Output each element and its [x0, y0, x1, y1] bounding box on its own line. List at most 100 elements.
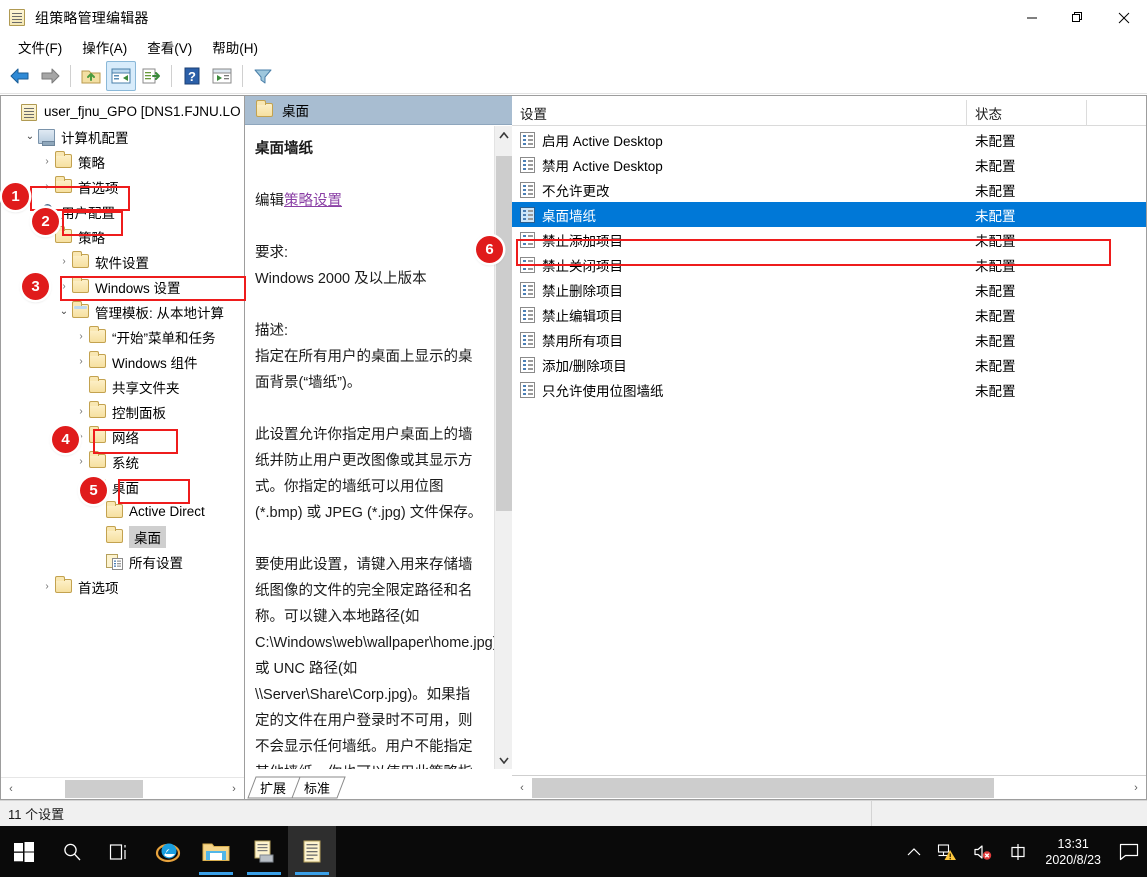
tree-horizontal-scrollbar[interactable]: ‹ › — [1, 777, 244, 799]
internet-explorer-button[interactable] — [144, 826, 192, 877]
settings-list[interactable]: 启用 Active Desktop 未配置 禁用 Active Desktop 未配置… — [512, 127, 1146, 747]
tree-item-root[interactable]: user_fjnu_GPO [DNS1.FJNU.LO — [1, 99, 244, 124]
up-folder-icon[interactable] — [76, 61, 106, 91]
list-scroll-track[interactable] — [532, 776, 1126, 800]
column-header-state[interactable]: 状态 — [967, 99, 1087, 126]
file-explorer-button[interactable] — [192, 826, 240, 877]
tree-item-computer-preferences[interactable]: › 首选项 — [1, 174, 244, 199]
chevron-right-icon[interactable]: › — [39, 181, 55, 192]
tree-item-desktop[interactable]: ⌄桌面 — [1, 474, 244, 499]
close-button[interactable] — [1101, 0, 1147, 35]
menu-view[interactable]: 查看(V) — [137, 35, 202, 59]
detail-vertical-scrollbar[interactable] — [494, 126, 512, 769]
export-list-icon[interactable] — [136, 61, 166, 91]
tree-item-label: 桌面 — [112, 480, 139, 496]
chevron-right-icon[interactable]: › — [56, 281, 72, 292]
console-tree[interactable]: user_fjnu_GPO [DNS1.FJNU.LO ⌄ 计算机配置 › 策略 › 首选项… — [1, 96, 244, 776]
folder-icon — [72, 300, 90, 320]
back-arrow-icon[interactable] — [5, 61, 35, 91]
tab-standard[interactable]: 标准 — [291, 776, 346, 799]
column-header-setting[interactable]: 设置 — [512, 99, 967, 126]
tree-item-all-settings[interactable]: 所有设置 — [1, 549, 244, 574]
volume-icon[interactable] — [965, 826, 1001, 877]
folder-icon — [72, 250, 90, 270]
table-row[interactable]: 只允许使用位图墙纸 未配置 — [512, 377, 1146, 402]
detail-scroll-up-icon[interactable] — [495, 126, 512, 144]
properties-icon[interactable] — [207, 61, 237, 91]
task-view-button[interactable] — [96, 826, 144, 877]
tree-scroll-track[interactable] — [21, 778, 224, 800]
detail-scroll-down-icon[interactable] — [495, 751, 512, 769]
chevron-down-icon[interactable]: ⌄ — [56, 306, 72, 317]
tree-item-shared-folders[interactable]: 共享文件夹 — [1, 374, 244, 399]
requirement-value: Windows 2000 及以上版本 — [255, 271, 427, 287]
table-row[interactable]: 禁止删除项目 未配置 — [512, 277, 1146, 302]
policy-setting-link[interactable]: 策略设置 — [284, 193, 342, 209]
network-status-icon[interactable] — [929, 826, 965, 877]
tree-item-system[interactable]: › 系统 — [1, 449, 244, 474]
tree-item-start-menu-taskbar[interactable]: › “开始”菜单和任务 — [1, 324, 244, 349]
chevron-right-icon[interactable]: › — [73, 356, 89, 367]
show-hide-tree-icon[interactable] — [106, 60, 136, 91]
tree-item-windows-components[interactable]: › Windows 组件 — [1, 349, 244, 374]
table-row[interactable]: 禁止关闭项目 未配置 — [512, 252, 1146, 277]
setting-name-label: 禁止编辑项目 — [542, 308, 623, 324]
menu-file[interactable]: 文件(F) — [8, 35, 72, 59]
tree-item-desktop-sub[interactable]: 桌面 — [1, 524, 244, 549]
start-button[interactable] — [0, 826, 48, 877]
chevron-right-icon[interactable]: › — [73, 331, 89, 342]
list-scroll-thumb[interactable] — [532, 777, 994, 798]
gpmc-editor-button[interactable] — [288, 826, 336, 877]
table-row[interactable]: 启用 Active Desktop 未配置 — [512, 127, 1146, 152]
clock-time: 13:31 — [1057, 836, 1089, 851]
tree-item-user-preferences[interactable]: › 首选项 — [1, 574, 244, 599]
table-row[interactable]: 添加/删除项目 未配置 — [512, 352, 1146, 377]
restore-button[interactable] — [1055, 0, 1101, 35]
detail-scroll-thumb[interactable] — [496, 156, 512, 511]
chevron-right-icon[interactable]: › — [73, 406, 89, 417]
tree-item-software-settings[interactable]: › 软件设置 — [1, 249, 244, 274]
table-row[interactable]: 禁用 Active Desktop 未配置 — [512, 152, 1146, 177]
show-hidden-icons-button[interactable] — [899, 826, 929, 877]
tab-extended-label: 扩展 — [260, 781, 287, 796]
tree-item-label: 系统 — [112, 455, 139, 471]
chevron-right-icon[interactable]: › — [39, 581, 55, 592]
table-row[interactable]: 桌面墙纸 未配置 — [512, 202, 1146, 227]
tree-item-control-panel[interactable]: › 控制面板 — [1, 399, 244, 424]
chinese-ime-icon[interactable] — [1001, 826, 1035, 877]
list-horizontal-scrollbar[interactable]: ‹ › — [512, 775, 1146, 799]
chevron-right-icon[interactable]: › — [73, 456, 89, 467]
policy-title: 桌面墙纸 — [255, 141, 313, 157]
tree-scroll-left-icon[interactable]: ‹ — [1, 778, 21, 800]
table-row[interactable]: 禁止编辑项目 未配置 — [512, 302, 1146, 327]
table-row[interactable]: 禁用所有项目 未配置 — [512, 327, 1146, 352]
action-center-button[interactable] — [1111, 826, 1147, 877]
server-manager-button[interactable] — [240, 826, 288, 877]
tree-item-computer-config[interactable]: ⌄ 计算机配置 — [1, 124, 244, 149]
column-header-extra[interactable] — [1087, 100, 1146, 126]
chevron-down-icon[interactable]: ⌄ — [22, 131, 38, 142]
folder-icon — [55, 575, 73, 595]
list-scroll-left-icon[interactable]: ‹ — [512, 777, 532, 799]
tree-item-network[interactable]: › 网络 — [1, 424, 244, 449]
search-button[interactable] — [48, 826, 96, 877]
tree-item-admin-templates[interactable]: ⌄ 管理模板: 从本地计算 — [1, 299, 244, 324]
clock[interactable]: 13:31 2020/8/23 — [1035, 826, 1111, 877]
minimize-button[interactable] — [1009, 0, 1055, 35]
tree-item-active-directory[interactable]: Active Direct — [1, 499, 244, 524]
menu-action[interactable]: 操作(A) — [72, 35, 137, 59]
chevron-right-icon[interactable]: › — [39, 156, 55, 167]
chevron-right-icon[interactable]: › — [56, 256, 72, 267]
table-row[interactable]: 禁止添加项目 未配置 — [512, 227, 1146, 252]
table-row[interactable]: 不允许更改 未配置 — [512, 177, 1146, 202]
annotation-badge-3: 3 — [22, 273, 49, 300]
tree-item-computer-policies[interactable]: › 策略 — [1, 149, 244, 174]
filter-icon[interactable] — [248, 61, 278, 91]
setting-name-cell: 禁用 Active Desktop — [512, 155, 967, 175]
tree-scroll-thumb[interactable] — [65, 779, 143, 798]
menu-help[interactable]: 帮助(H) — [202, 35, 268, 59]
help-icon[interactable]: ? — [177, 61, 207, 91]
tree-scroll-right-icon[interactable]: › — [224, 778, 244, 800]
list-scroll-right-icon[interactable]: › — [1126, 777, 1146, 799]
forward-arrow-icon[interactable] — [35, 61, 65, 91]
